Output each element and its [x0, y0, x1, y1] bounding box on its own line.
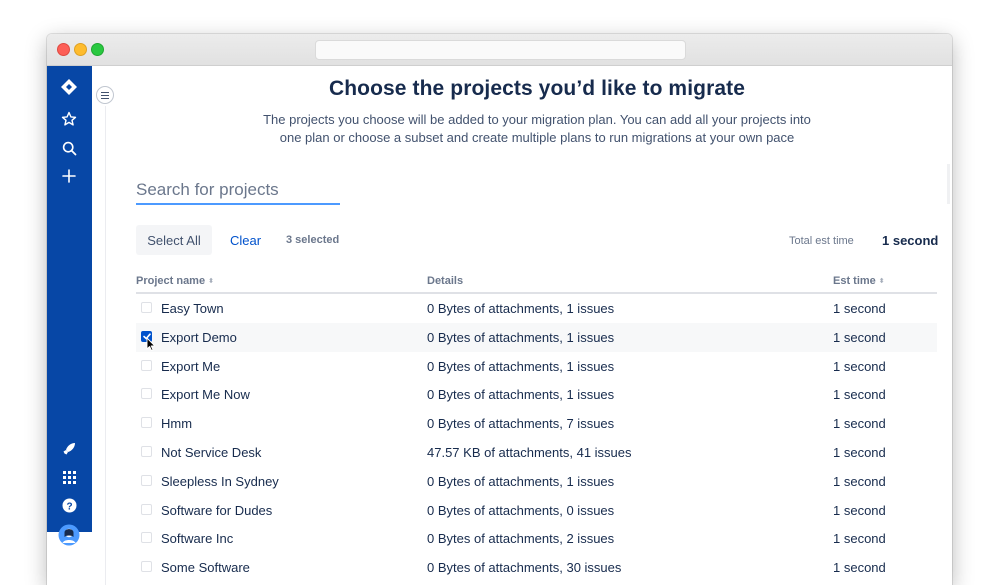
project-name: Software for Dudes: [161, 502, 273, 518]
search-input[interactable]: [136, 176, 340, 205]
project-details: 0 Bytes of attachments, 1 issues: [427, 358, 615, 374]
column-header-details: Details: [427, 275, 463, 287]
mouse-cursor-icon: [146, 337, 156, 351]
row-checkbox[interactable]: [141, 302, 152, 313]
column-header-label: Project name: [136, 275, 206, 287]
project-est-time: 1 second: [833, 358, 886, 374]
selected-count: 3 selected: [286, 234, 340, 246]
column-header-project-name[interactable]: Project name ⬍: [136, 275, 214, 287]
row-checkbox[interactable]: [141, 474, 152, 486]
column-header-label: Est time: [833, 275, 876, 287]
project-details: 0 Bytes of attachments, 0 issues: [427, 502, 615, 518]
page-description-line-1: The projects you choose will be added to…: [263, 112, 811, 127]
project-est-time: 1 second: [833, 560, 886, 576]
project-name: Export Me Now: [161, 387, 250, 403]
project-est-time: 1 second: [833, 502, 886, 518]
project-name: Export Demo: [161, 329, 237, 345]
table-row[interactable]: Easy Town 0 Bytes of attachments, 1 issu…: [136, 294, 937, 323]
project-name: Hmm: [161, 416, 193, 432]
project-name: Export Me: [161, 358, 221, 374]
total-est-time-value: 1 second: [882, 233, 939, 248]
table-row[interactable]: Sleepless In Sydney 0 Bytes of attachmen…: [136, 467, 937, 496]
table-row[interactable]: Not Service Desk 47.57 KB of attachments…: [136, 438, 937, 467]
page-description: The projects you choose will be added to…: [237, 111, 837, 147]
project-est-time: 1 second: [833, 531, 886, 547]
table-row[interactable]: Some Software 0 Bytes of attachments, 30…: [136, 553, 937, 582]
select-all-button[interactable]: Select All: [136, 225, 212, 255]
row-checkbox[interactable]: [141, 417, 152, 429]
project-details: 0 Bytes of attachments, 1 issues: [427, 473, 615, 489]
table-row[interactable]: Export Me Now 0 Bytes of attachments, 1 …: [136, 380, 937, 409]
project-est-time: 1 second: [833, 473, 886, 489]
row-checkbox[interactable]: [141, 445, 152, 457]
row-checkbox[interactable]: [141, 561, 152, 573]
project-est-time: 1 second: [833, 301, 886, 316]
project-details: 0 Bytes of attachments, 1 issues: [427, 301, 615, 316]
row-checkbox[interactable]: [141, 388, 152, 400]
column-header-label: Details: [427, 275, 464, 287]
project-est-time: 1 second: [833, 416, 886, 432]
project-details: 0 Bytes of attachments, 1 issues: [427, 387, 615, 403]
project-name: Software Inc: [161, 531, 234, 547]
table-row[interactable]: Export Demo 0 Bytes of attachments, 1 is…: [136, 322, 937, 352]
project-name: Easy Town: [161, 301, 224, 316]
table-row[interactable]: Hmm 0 Bytes of attachments, 7 issues 1 s…: [136, 409, 937, 438]
table-row[interactable]: Software Inc 0 Bytes of attachments, 2 i…: [136, 524, 937, 553]
project-est-time: 1 second: [833, 444, 886, 460]
sort-icon: ⬍: [878, 277, 885, 285]
row-checkbox[interactable]: [141, 359, 152, 371]
project-details: 47.57 KB of attachments, 41 issues: [427, 444, 632, 460]
project-est-time: 1 second: [833, 387, 886, 403]
project-details: 0 Bytes of attachments, 2 issues: [427, 531, 615, 547]
table-row[interactable]: Software for Dudes 0 Bytes of attachment…: [136, 496, 937, 525]
clear-button[interactable]: Clear: [230, 233, 261, 248]
project-details: 0 Bytes of attachments, 30 issues: [427, 560, 622, 576]
sort-icon: ⬍: [208, 277, 214, 285]
project-table-body: Easy Town 0 Bytes of attachments, 1 issu…: [136, 294, 937, 582]
page-description-line-2: one plan or choose a subset and create m…: [279, 130, 795, 145]
project-est-time: 1 second: [833, 329, 886, 345]
total-est-time-label: Total est time: [789, 235, 854, 247]
project-name: Sleepless In Sydney: [161, 473, 279, 489]
row-checkbox[interactable]: [141, 503, 152, 515]
project-details: 0 Bytes of attachments, 7 issues: [427, 416, 615, 432]
project-name: Some Software: [161, 560, 250, 576]
row-checkbox[interactable]: [141, 532, 152, 544]
browser-window: ? Choose the projects you’d like to migr…: [47, 34, 952, 585]
page-title: Choose the projects you’d like to migrat…: [328, 77, 745, 100]
main-content: Choose the projects you’d like to migrat…: [47, 34, 952, 585]
project-details: 0 Bytes of attachments, 1 issues: [427, 329, 615, 345]
column-header-est-time[interactable]: Est time ⬍: [833, 275, 885, 287]
table-row[interactable]: Export Me 0 Bytes of attachments, 1 issu…: [136, 352, 937, 381]
project-name: Not Service Desk: [161, 444, 262, 460]
